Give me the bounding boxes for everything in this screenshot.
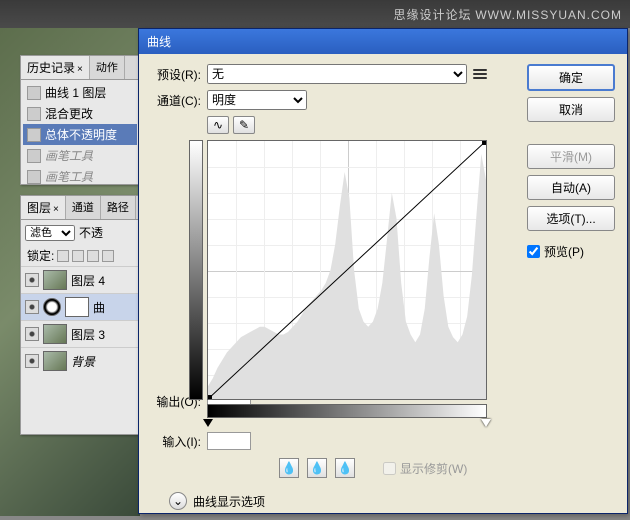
curve-pencil-tool[interactable]: ✎ (233, 116, 255, 134)
output-gradient (189, 140, 203, 400)
visibility-icon[interactable] (25, 327, 39, 341)
history-list: 曲线 1 图层 混合更改 总体不透明度 画笔工具 画笔工具 (21, 80, 139, 189)
preset-label: 预设(R): (149, 66, 201, 83)
close-icon[interactable]: × (77, 64, 83, 75)
blend-mode-row: 滤色 不透 (21, 220, 139, 245)
clip-checkbox (383, 462, 396, 475)
dialog-titlebar[interactable]: 曲线 (139, 29, 627, 54)
layers-tabs: 图层× 通道 路径 (21, 196, 139, 220)
input-gradient[interactable] (207, 404, 487, 418)
lock-transparent-icon[interactable] (57, 250, 69, 262)
gray-eyedropper[interactable]: 💧 (307, 458, 327, 478)
preview-checkbox[interactable] (527, 245, 540, 258)
layer-name[interactable]: 图层 3 (71, 326, 105, 343)
history-item[interactable]: 画笔工具 (23, 145, 137, 166)
opacity-label: 不透 (79, 224, 103, 241)
layer-row[interactable]: 图层 3 (21, 320, 139, 347)
history-item[interactable]: 画笔工具 (23, 166, 137, 187)
tab-layers[interactable]: 图层× (21, 196, 66, 219)
history-step-icon (27, 107, 41, 121)
blend-mode-select[interactable]: 滤色 (25, 225, 75, 241)
visibility-icon[interactable] (25, 300, 39, 314)
channel-label: 通道(C): (149, 92, 201, 109)
history-step-icon (27, 86, 41, 100)
layer-name[interactable]: 曲 (93, 299, 105, 316)
dialog-title: 曲线 (147, 33, 171, 50)
lock-all-icon[interactable] (102, 250, 114, 262)
visibility-icon[interactable] (25, 354, 39, 368)
smooth-button: 平滑(M) (527, 144, 615, 169)
history-panel: 历史记录× 动作 曲线 1 图层 混合更改 总体不透明度 画笔工具 画笔工具 (20, 55, 140, 185)
layer-name[interactable]: 图层 4 (71, 272, 105, 289)
layer-name[interactable]: 背景 (71, 353, 95, 370)
top-strip: 思缘设计论坛 WWW.MISSYUAN.COM (0, 0, 630, 28)
tab-history[interactable]: 历史记录× (21, 56, 90, 79)
layer-row[interactable]: 图层 4 (21, 266, 139, 293)
layer-row[interactable]: 背景 (21, 347, 139, 374)
curve-graph[interactable] (207, 140, 487, 400)
auto-button[interactable]: 自动(A) (527, 175, 615, 200)
lock-position-icon[interactable] (87, 250, 99, 262)
lock-pixels-icon[interactable] (72, 250, 84, 262)
close-icon[interactable]: × (53, 204, 59, 215)
cancel-button[interactable]: 取消 (527, 97, 615, 122)
tab-channels[interactable]: 通道 (66, 196, 101, 219)
lock-row: 锁定: (21, 245, 139, 266)
expand-options-label: 曲线显示选项 (193, 493, 265, 510)
adjustment-icon[interactable] (43, 298, 61, 316)
layer-thumbnail[interactable] (43, 324, 67, 344)
preview-check[interactable]: 预览(P) (527, 243, 617, 260)
white-eyedropper[interactable]: 💧 (335, 458, 355, 478)
preset-menu-icon[interactable] (473, 67, 487, 81)
options-button[interactable]: 选项(T)... (527, 206, 615, 231)
layer-row-active[interactable]: 曲 (21, 293, 139, 320)
ok-button[interactable]: 确定 (527, 64, 615, 91)
expand-options-button[interactable]: ⌄ (169, 492, 187, 510)
channel-select[interactable]: 明度 (207, 90, 307, 110)
layers-panel: 图层× 通道 路径 滤色 不透 锁定: 图层 4 曲 图层 3 背景 (20, 195, 140, 435)
input-label: 输入(I): (149, 433, 201, 450)
history-item-selected[interactable]: 总体不透明度 (23, 124, 137, 145)
curve-line[interactable] (208, 141, 486, 399)
curve-point-tool[interactable]: ∿ (207, 116, 229, 134)
black-point-slider[interactable] (203, 419, 213, 427)
watermark: 思缘设计论坛 WWW.MISSYUAN.COM (394, 6, 622, 23)
brush-icon (27, 170, 41, 184)
input-value[interactable] (207, 432, 251, 450)
white-point-slider[interactable] (481, 419, 491, 427)
visibility-icon[interactable] (25, 273, 39, 287)
history-item[interactable]: 混合更改 (23, 103, 137, 124)
layer-thumbnail[interactable] (43, 270, 67, 290)
show-clipping-check[interactable]: 显示修剪(W) (383, 460, 467, 477)
black-eyedropper[interactable]: 💧 (279, 458, 299, 478)
history-step-icon (27, 128, 41, 142)
layer-thumbnail[interactable] (43, 351, 67, 371)
history-tabs: 历史记录× 动作 (21, 56, 139, 80)
brush-icon (27, 149, 41, 163)
tab-paths[interactable]: 路径 (101, 196, 136, 219)
preset-select[interactable]: 无 (207, 64, 467, 84)
tab-actions[interactable]: 动作 (90, 56, 125, 79)
history-item[interactable]: 曲线 1 图层 (23, 82, 137, 103)
curves-dialog: 曲线 预设(R): 无 通道(C): 明度 ∿ ✎ (138, 28, 628, 514)
mask-thumbnail[interactable] (65, 297, 89, 317)
